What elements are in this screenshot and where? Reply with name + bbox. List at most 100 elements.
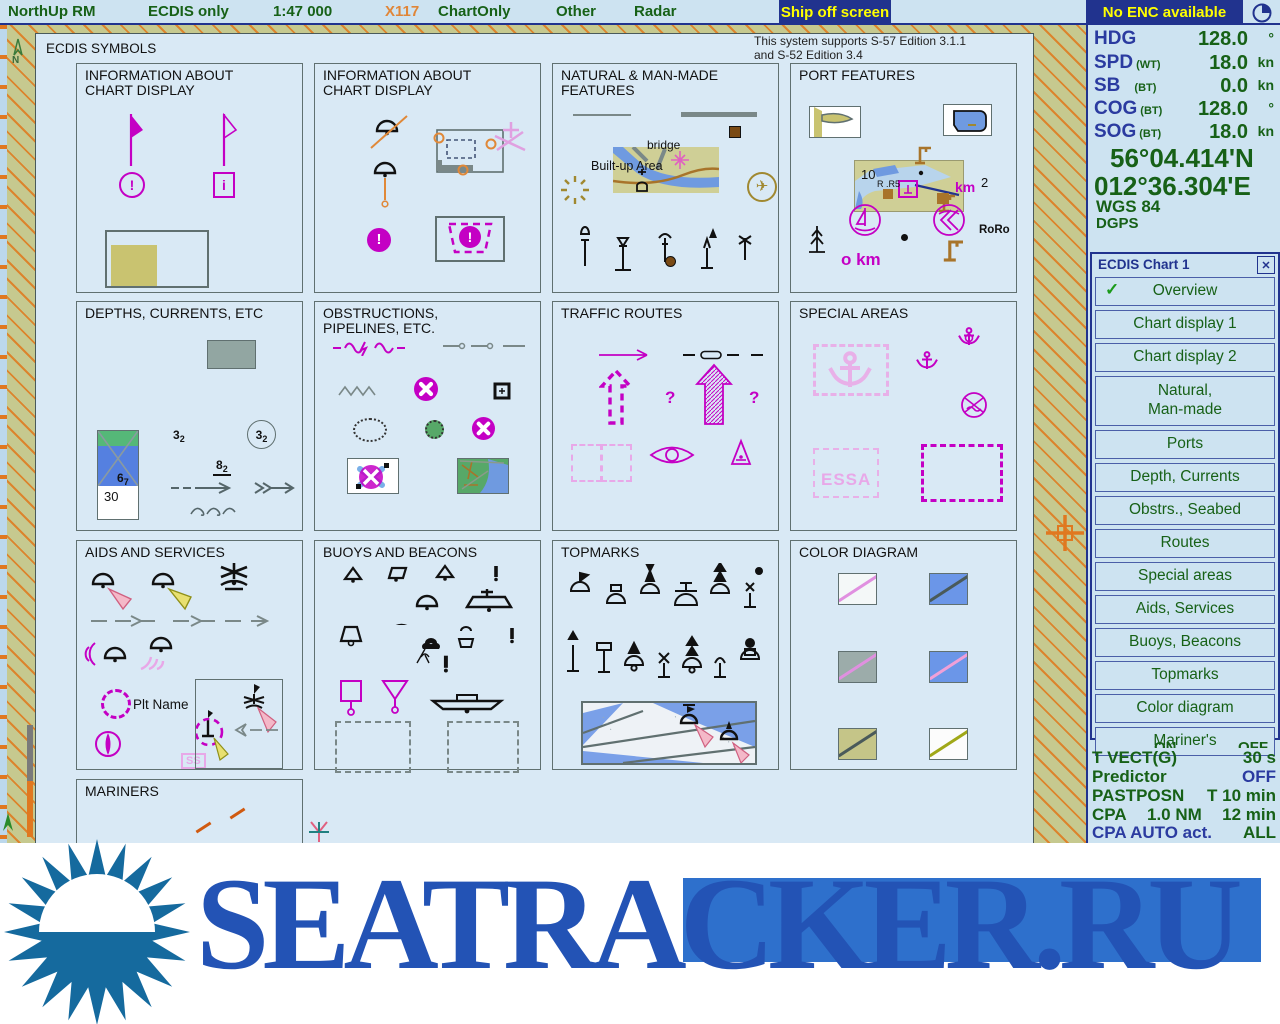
beacon-topmark-magenta-icons	[337, 679, 413, 719]
mariner-dash-icon	[230, 808, 246, 820]
obstructions-seabed-button[interactable]: Obstrs., Seabed	[1095, 496, 1275, 525]
other-menu-button[interactable]: Other	[556, 3, 596, 20]
landmark-structures-icons	[565, 204, 765, 276]
roro-label: RoRo	[979, 224, 1010, 236]
overview-button[interactable]: ✓Overview	[1095, 277, 1275, 306]
watermark-text: SEATRACKER.RU	[196, 849, 1276, 1019]
panel-title: TOPMARKS	[561, 545, 639, 560]
flood-current-arrow-icon	[169, 480, 235, 494]
position-source-readout: DGPS	[1096, 215, 1139, 232]
panel-natural-man-made: NATURAL & MAN-MADE FEATURES bridge Built…	[552, 63, 779, 293]
ports-button[interactable]: Ports	[1095, 430, 1275, 459]
overfalls-icon	[337, 384, 381, 398]
aids-example-inset	[195, 679, 283, 769]
breakers-wave-icon	[189, 502, 245, 518]
special-areas-button[interactable]: Special areas	[1095, 562, 1275, 591]
chart-display-1-button[interactable]: Chart display 1	[1095, 310, 1275, 339]
fog-signal-buoy-icon	[137, 631, 185, 675]
datum-readout: WGS 84	[1096, 197, 1160, 217]
panel-title: PORT FEATURES	[799, 68, 915, 83]
check-icon: ✓	[1105, 280, 1119, 300]
sun-logo-icon	[2, 835, 192, 1024]
panel-title: BUOYS AND BEACONS	[323, 545, 477, 560]
page-title: ECDIS SYMBOLS	[46, 41, 156, 56]
cable-icon	[441, 338, 527, 354]
radar-menu-button[interactable]: Radar	[634, 3, 677, 20]
color-swatch-2	[838, 651, 877, 683]
chart-legend-box	[105, 230, 209, 288]
chart-display-2-button[interactable]: Chart display 2	[1095, 343, 1275, 372]
watermark-banner: SEATRACKER.RU	[0, 843, 1280, 1024]
precautionary-area-box1	[571, 444, 602, 482]
pipeline-icon	[331, 338, 413, 356]
anchorage-anchor-icon	[826, 349, 874, 393]
sog-readout: SOG(BT)18.0kn	[1094, 121, 1276, 144]
chart-cursor-cross[interactable]	[1044, 513, 1086, 553]
dock-inset	[943, 104, 992, 136]
mariner-event-mark-icon	[305, 818, 335, 843]
close-icon[interactable]: ✕	[1257, 256, 1275, 274]
buoy-shapes-row2	[333, 623, 533, 679]
aids-services-button[interactable]: Aids, Services	[1095, 595, 1275, 624]
km-number: 2	[981, 175, 988, 190]
km-label: km	[955, 179, 975, 195]
recommended-track-icon	[597, 348, 653, 362]
panel-color-diagram: COLOR DIAGRAM	[790, 540, 1017, 770]
panel-traffic-routes: TRAFFIC ROUTES ? ?	[552, 301, 779, 531]
contour-label: 30	[104, 489, 118, 504]
chart-scale-button[interactable]: 1:47 000	[273, 3, 332, 20]
essa-label: ESSA	[821, 470, 871, 490]
day-night-icon	[1251, 2, 1273, 24]
scalebar-gray	[27, 725, 33, 781]
spd-readout: SPD(WT)18.0kn	[1094, 52, 1276, 75]
depth-zones-box: 67 30	[97, 430, 139, 520]
chart-note-flag-outline-icon	[220, 110, 242, 170]
cpa-auto-setting[interactable]: CPA AUTO act.ALL	[1092, 823, 1276, 842]
depth-currents-button[interactable]: Depth, Currents	[1095, 463, 1275, 492]
topmarks-button[interactable]: Topmarks	[1095, 661, 1275, 690]
panel-title: DEPTHS, CURRENTS, ETC	[85, 306, 263, 321]
past-position-setting[interactable]: PASTPOSNT 10 min	[1092, 786, 1276, 805]
display-category-button[interactable]: ECDIS only	[148, 3, 229, 20]
essa-area-box: ESSA	[813, 448, 879, 498]
rock-danger-icon	[471, 416, 497, 442]
panel-port-features: PORT FEATURES	[790, 63, 1017, 293]
airplane-icon: ✈	[756, 178, 769, 195]
standards-note-line1: This system supports S-57 Edition 3.1.1	[754, 35, 966, 49]
buoys-beacons-button[interactable]: Buoys, Beacons	[1095, 628, 1275, 657]
color-swatch-0	[838, 573, 877, 605]
display-brightness-button[interactable]	[1243, 0, 1280, 25]
pier-shape	[810, 107, 860, 137]
panel-info-chart-display-1: INFORMATION ABOUT CHART DISPLAY ! i	[76, 63, 303, 293]
warning-area-box: !	[435, 216, 505, 262]
recommended-route-dashed-icon	[89, 613, 289, 629]
orientation-mode-button[interactable]: NorthUp RM	[8, 3, 95, 20]
natural-man-made-button[interactable]: Natural, Man-made	[1095, 376, 1275, 426]
color-swatch-1	[929, 573, 968, 605]
chart-only-button[interactable]: ChartOnly	[438, 3, 511, 20]
light-buoy-red-sector-icon	[89, 565, 137, 611]
true-vector-setting[interactable]: T VECT(G)30 s	[1092, 748, 1276, 767]
panel-title: AIDS AND SERVICES	[85, 545, 225, 560]
color-diagram-button[interactable]: Color diagram	[1095, 694, 1275, 723]
panel-mariners: MARINERS	[76, 779, 303, 843]
coastline-thin-icon	[573, 114, 631, 116]
color-swatch-4	[838, 728, 877, 760]
airport-circle-icon: ✈	[747, 172, 777, 202]
buoy-group-box1	[335, 721, 411, 773]
panel-buoys-beacons: BUOYS AND BEACONS	[314, 540, 541, 770]
window-titlebar[interactable]: ECDIS Chart 1 ✕	[1092, 254, 1278, 275]
chart-display-area[interactable]: N ECDIS SYMBOLS This system supports S-5…	[0, 25, 1086, 843]
north-letter: N	[12, 55, 19, 66]
quarry-starburst-icon	[559, 174, 591, 206]
pilot-name-label: Plt Name	[133, 697, 189, 712]
drying-height: 67	[117, 471, 129, 487]
cpa-setting[interactable]: CPA1.0 NM12 min	[1092, 805, 1276, 824]
seabed-area-inset	[457, 458, 509, 494]
predictor-setting[interactable]: PredictorOFF	[1092, 767, 1276, 786]
panel-title: NATURAL & MAN-MADE FEATURES	[561, 68, 718, 98]
restricted-area-box	[921, 444, 1003, 502]
routes-button[interactable]: Routes	[1095, 529, 1275, 558]
chart-boundary-group-icon	[433, 116, 531, 180]
ecdis-application: NorthUp RM ECDIS only 1:47 000 X117 Char…	[0, 0, 1280, 1024]
